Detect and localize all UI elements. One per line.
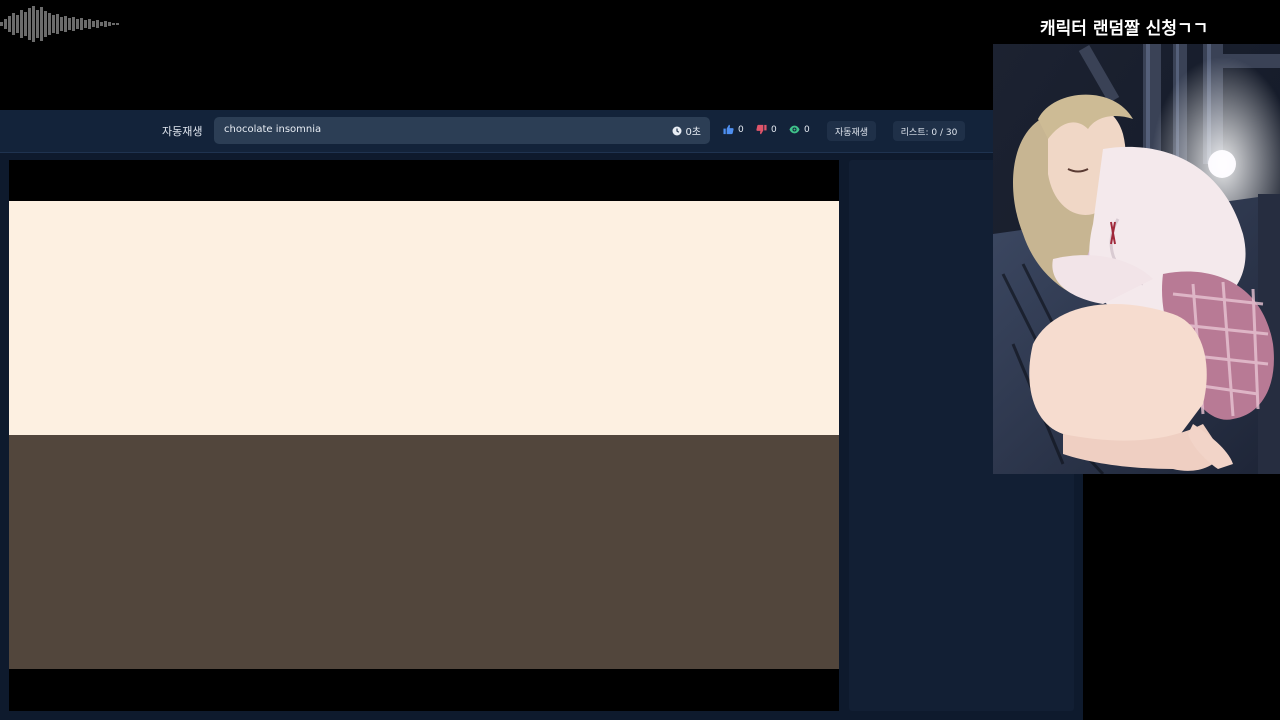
character-illustration bbox=[993, 44, 1280, 474]
autoplay-label: 자동재생 bbox=[162, 125, 203, 138]
audio-waveform bbox=[0, 6, 119, 42]
like-count: 0 bbox=[738, 124, 744, 135]
thumbs-down-icon bbox=[756, 124, 767, 135]
character-illustration-art bbox=[993, 44, 1280, 474]
video-player[interactable] bbox=[9, 160, 839, 711]
autoplay-button[interactable]: 자동재생 bbox=[827, 121, 876, 141]
like-button[interactable]: 0 bbox=[723, 124, 744, 135]
eye-icon bbox=[789, 125, 800, 134]
music-app: 자동재생 chocolate insomnia 0초 0 0 0 자동재생 리스… bbox=[0, 110, 1083, 720]
stream-overlay-title: 캐릭터 랜덤짤 신청ㄱㄱ bbox=[1040, 19, 1209, 39]
clock-icon bbox=[672, 126, 682, 135]
timer-value: 0초 bbox=[685, 127, 701, 138]
video-frame-top bbox=[9, 201, 839, 435]
video-frame-bottom bbox=[9, 435, 839, 669]
views-counter: 0 bbox=[789, 124, 810, 135]
dislike-count: 0 bbox=[771, 124, 777, 135]
track-title-field[interactable]: chocolate insomnia 0초 bbox=[214, 117, 710, 144]
dislike-button[interactable]: 0 bbox=[756, 124, 777, 135]
track-title-text: chocolate insomnia bbox=[224, 124, 322, 135]
thumbs-up-icon bbox=[723, 124, 734, 135]
views-count: 0 bbox=[804, 124, 810, 135]
playlist-count-button[interactable]: 리스트: 0 / 30 bbox=[893, 121, 965, 141]
toolbar: 자동재생 chocolate insomnia 0초 0 0 0 자동재생 리스… bbox=[0, 110, 1083, 153]
elapsed-timer: 0초 bbox=[672, 123, 701, 138]
